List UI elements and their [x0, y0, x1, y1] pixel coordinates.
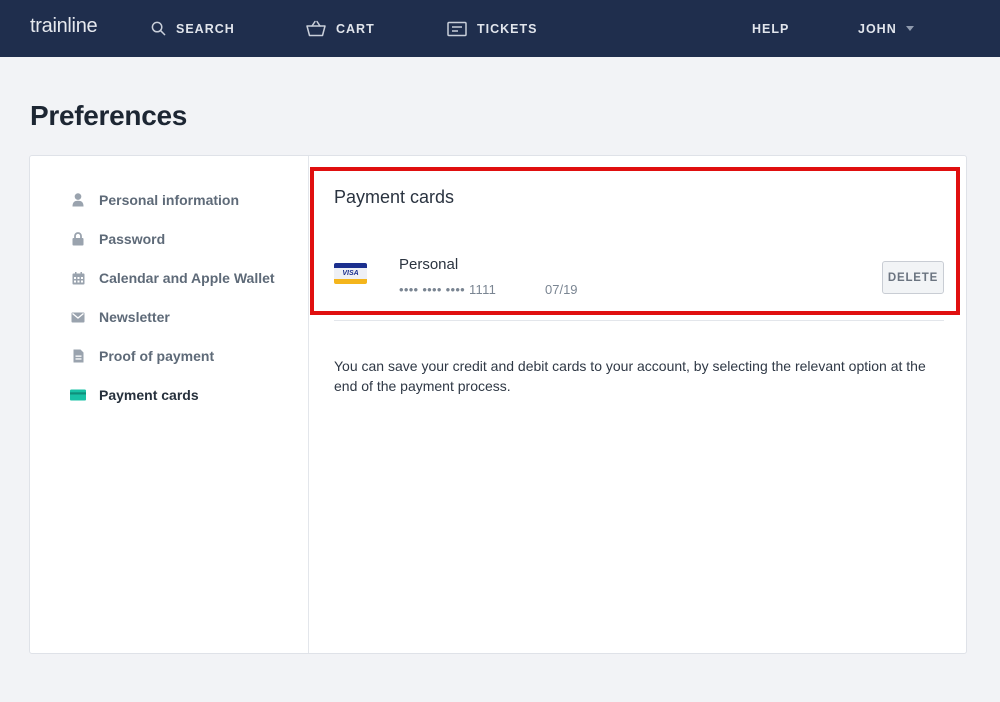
- sidebar-item-label: Personal information: [99, 192, 240, 208]
- nav-tickets-link[interactable]: TICKETS: [447, 0, 537, 57]
- lock-icon: [70, 231, 86, 247]
- chevron-down-icon: [905, 26, 914, 31]
- sidebar-item-calendar-and-apple-wallet[interactable]: Calendar and Apple Wallet: [70, 268, 275, 288]
- nav-cart-label: CART: [336, 21, 375, 36]
- sidebar-item-newsletter[interactable]: Newsletter: [70, 307, 170, 327]
- ticket-icon: [447, 21, 467, 36]
- calendar-icon: [70, 270, 86, 286]
- card-icon: [70, 387, 86, 403]
- card-expiry-date: 07/19: [545, 282, 578, 297]
- sidebar-item-personal-information[interactable]: Personal information: [70, 190, 239, 210]
- nav-search-label: SEARCH: [176, 21, 235, 36]
- search-icon: [151, 21, 166, 36]
- nav-cart-link[interactable]: CART: [306, 0, 375, 57]
- saved-card-row: VISA Personal •••• •••• •••• 1111 07/19 …: [334, 251, 944, 307]
- document-icon: [70, 348, 86, 364]
- user-name-label: JOHN: [858, 21, 897, 36]
- sidebar-item-label: Password: [99, 231, 166, 247]
- page-title: Preferences: [30, 100, 188, 131]
- sidebar-item-label: Calendar and Apple Wallet: [99, 270, 275, 286]
- sidebar-item-label: Proof of payment: [99, 348, 215, 364]
- visa-brand-label: VISA: [334, 268, 367, 279]
- visa-card-icon: VISA: [334, 263, 367, 284]
- payment-cards-section: Payment cards VISA Personal •••• •••• ••…: [310, 156, 966, 653]
- preferences-sidebar: Personal information Password Calendar a…: [30, 156, 309, 653]
- delete-card-button[interactable]: DELETE: [882, 261, 944, 294]
- sidebar-item-password[interactable]: Password: [70, 229, 165, 249]
- save-cards-info-text: You can save your credit and debit cards…: [334, 358, 926, 394]
- preferences-panel: Personal information Password Calendar a…: [29, 155, 967, 654]
- top-navigation-bar: trainline SEARCH CART TICKETS HELP JOHN: [0, 0, 1000, 57]
- sidebar-item-label: Newsletter: [99, 309, 170, 325]
- section-title: Payment cards: [334, 187, 455, 207]
- user-menu-dropdown[interactable]: JOHN: [858, 0, 914, 57]
- divider: [334, 320, 944, 321]
- nav-tickets-label: TICKETS: [477, 21, 538, 36]
- nav-search-link[interactable]: SEARCH: [151, 0, 235, 57]
- sidebar-item-payment-cards[interactable]: Payment cards: [70, 385, 199, 405]
- nav-help-link[interactable]: HELP: [752, 0, 789, 57]
- sidebar-item-label: Payment cards: [99, 387, 199, 403]
- envelope-icon: [70, 309, 86, 325]
- trainline-logo[interactable]: trainline: [30, 15, 98, 38]
- masked-card-number: •••• •••• •••• 1111: [399, 282, 497, 297]
- basket-icon: [306, 20, 326, 37]
- person-icon: [70, 192, 86, 208]
- card-nickname: Personal: [399, 256, 459, 273]
- sidebar-item-proof-of-payment[interactable]: Proof of payment: [70, 346, 214, 366]
